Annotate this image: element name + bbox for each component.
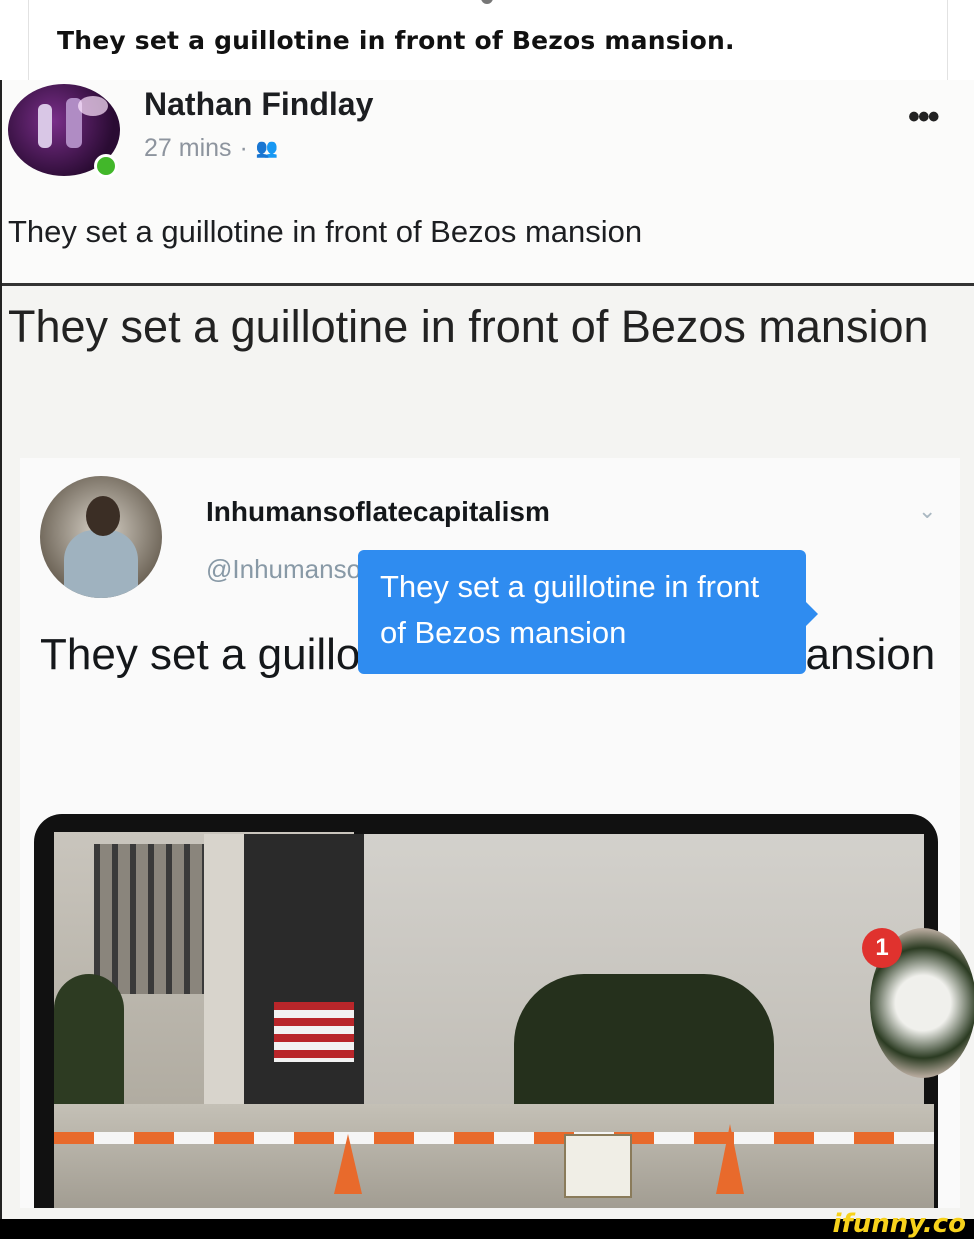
facebook-post-header: Nathan Findlay 27 mins · 👥 ••• They set … — [2, 80, 974, 286]
watermark-logo: ifunny.co — [832, 1209, 966, 1239]
traffic-cone — [334, 1134, 362, 1194]
photo-sign — [564, 1134, 632, 1198]
divider — [2, 283, 974, 286]
tweet-avatar[interactable] — [40, 476, 162, 598]
caption-bubble: They set a guillotine in front of Bezos … — [358, 550, 818, 674]
avatar-clothing — [64, 530, 138, 598]
screenshot-image: Nathan Findlay 27 mins · 👥 ••• They set … — [0, 80, 974, 1219]
online-status-dot — [94, 154, 118, 178]
meta-separator: · — [239, 134, 248, 162]
avatar-light — [78, 96, 108, 116]
avatar-figure — [38, 104, 52, 148]
traffic-cone — [716, 1124, 744, 1194]
guillotine-blade — [274, 1002, 354, 1062]
avatar-head — [86, 496, 120, 536]
chevron-down-icon[interactable]: ⌄ — [918, 498, 936, 524]
more-options-button[interactable]: ••• — [908, 98, 940, 137]
top-indicator-dot — [481, 0, 493, 4]
bottom-bar — [0, 1219, 974, 1239]
caution-tape — [54, 1132, 934, 1144]
photo-steps — [54, 1104, 934, 1208]
post-meta: 27 mins · 👥 — [144, 134, 278, 163]
tweet-photo[interactable] — [34, 814, 938, 1208]
post-timestamp[interactable]: 27 mins — [144, 134, 232, 163]
group-icon: 👥 — [255, 138, 279, 158]
notification-badge[interactable]: 1 — [862, 928, 902, 968]
post-text: They set a guillotine in front of Bezos … — [8, 214, 643, 249]
photo-hedge — [514, 974, 774, 1114]
tweet-author-name[interactable]: Inhumansoflatecapitalism — [206, 496, 550, 528]
photo-window — [94, 844, 204, 994]
page-title: They set a guillotine in front of Bezos … — [57, 26, 735, 55]
poster-name[interactable]: Nathan Findlay — [144, 86, 373, 123]
top-caption-card: They set a guillotine in front of Bezos … — [28, 0, 948, 80]
headline-text: They set a guillotine in front of Bezos … — [8, 301, 929, 352]
